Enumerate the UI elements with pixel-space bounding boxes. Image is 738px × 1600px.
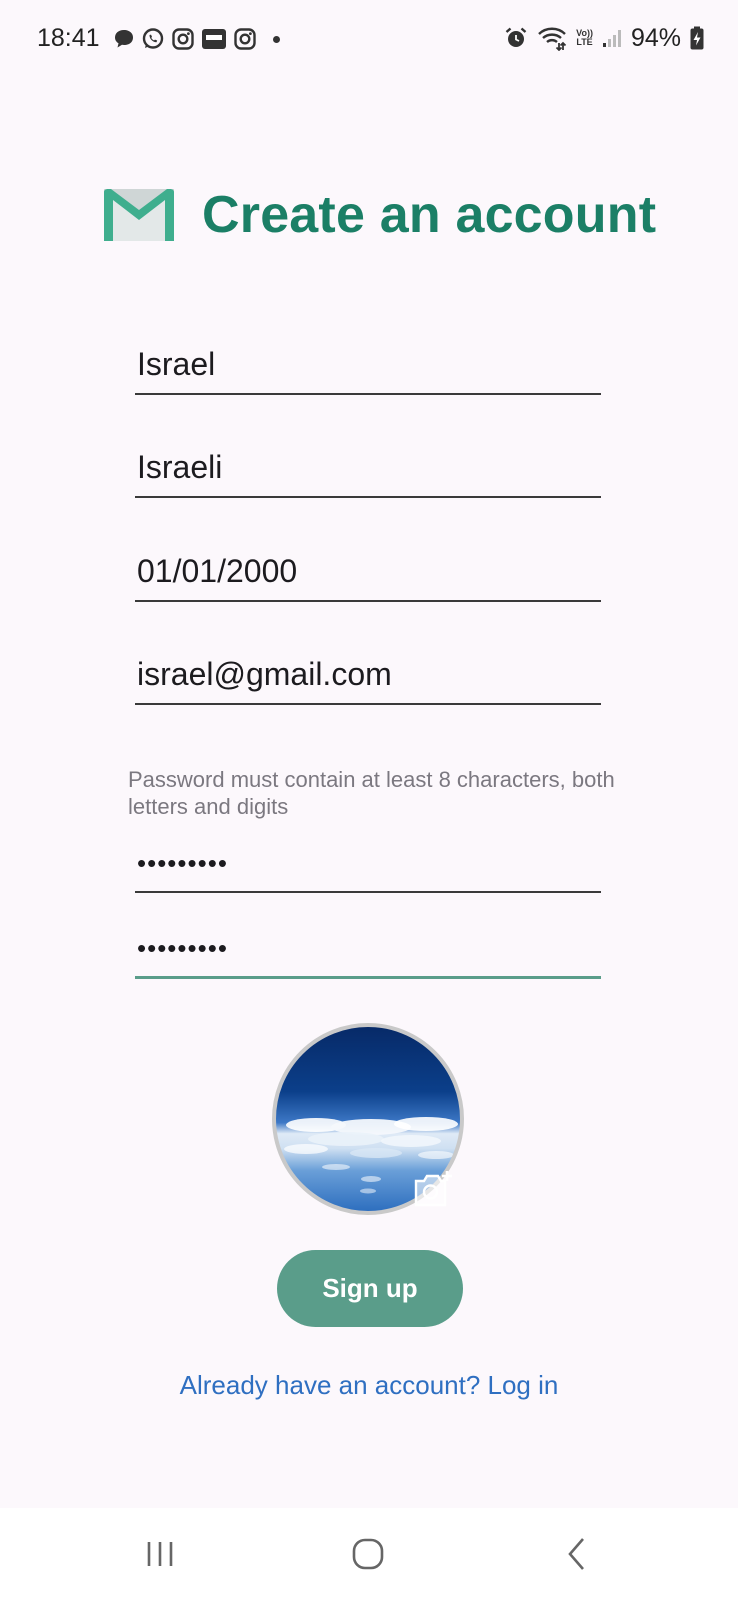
signup-screen: 18:41 Vo)) LTE 94% Create an account Isr…: [0, 0, 738, 1600]
birth-date-input[interactable]: [135, 553, 601, 600]
whatsapp-icon: [142, 28, 164, 49]
confirm-password-field-container: [135, 933, 601, 979]
instagram-icon: [172, 28, 194, 50]
navigation-bar: [0, 1508, 738, 1600]
last-name-input[interactable]: [135, 449, 601, 496]
volte-icon: Vo)) LTE: [576, 29, 593, 47]
signal-icon: [602, 30, 621, 47]
login-link[interactable]: Already have an account? Log in: [0, 1370, 738, 1401]
page-title: Create an account: [202, 186, 657, 244]
battery-percent: 94%: [630, 23, 681, 52]
chat-bubble-icon: [115, 30, 133, 48]
password-field-container: [135, 848, 601, 893]
signup-button[interactable]: Sign up: [277, 1250, 463, 1327]
notification-icons: [113, 27, 280, 51]
recents-button[interactable]: [130, 1534, 190, 1574]
add-photo-button[interactable]: [410, 1166, 456, 1212]
back-button[interactable]: [547, 1534, 607, 1574]
home-button[interactable]: [338, 1534, 398, 1574]
first-name-input[interactable]: [135, 346, 601, 393]
last-name-field-container: [135, 449, 601, 498]
header: Create an account: [104, 180, 656, 250]
password-input[interactable]: [135, 848, 601, 891]
alarm-icon: [505, 27, 527, 47]
password-hint: Password must contain at least 8 charact…: [128, 767, 615, 819]
volte-bottom-label: LTE: [576, 37, 593, 47]
notification-dot: [273, 35, 280, 43]
confirm-password-input[interactable]: [135, 933, 601, 976]
email-field-container: [135, 656, 601, 705]
status-bar: 18:41 Vo)) LTE 94%: [0, 0, 738, 78]
email-input[interactable]: [135, 656, 601, 703]
recents-icon: [147, 1542, 173, 1566]
back-icon: [568, 1538, 584, 1570]
status-time: 18:41: [37, 24, 100, 52]
instagram-icon: [234, 28, 256, 50]
first-name-field-container: [135, 346, 601, 395]
battery-charging-icon: [690, 26, 704, 50]
add-photo-icon: [414, 1171, 452, 1207]
wifi-icon: [538, 27, 567, 51]
system-icons: Vo)) LTE 94%: [504, 22, 704, 54]
birth-date-field-container: [135, 553, 601, 602]
envelope-icon: [104, 189, 174, 241]
home-icon: [352, 1538, 384, 1570]
news-app-icon: [202, 29, 226, 49]
